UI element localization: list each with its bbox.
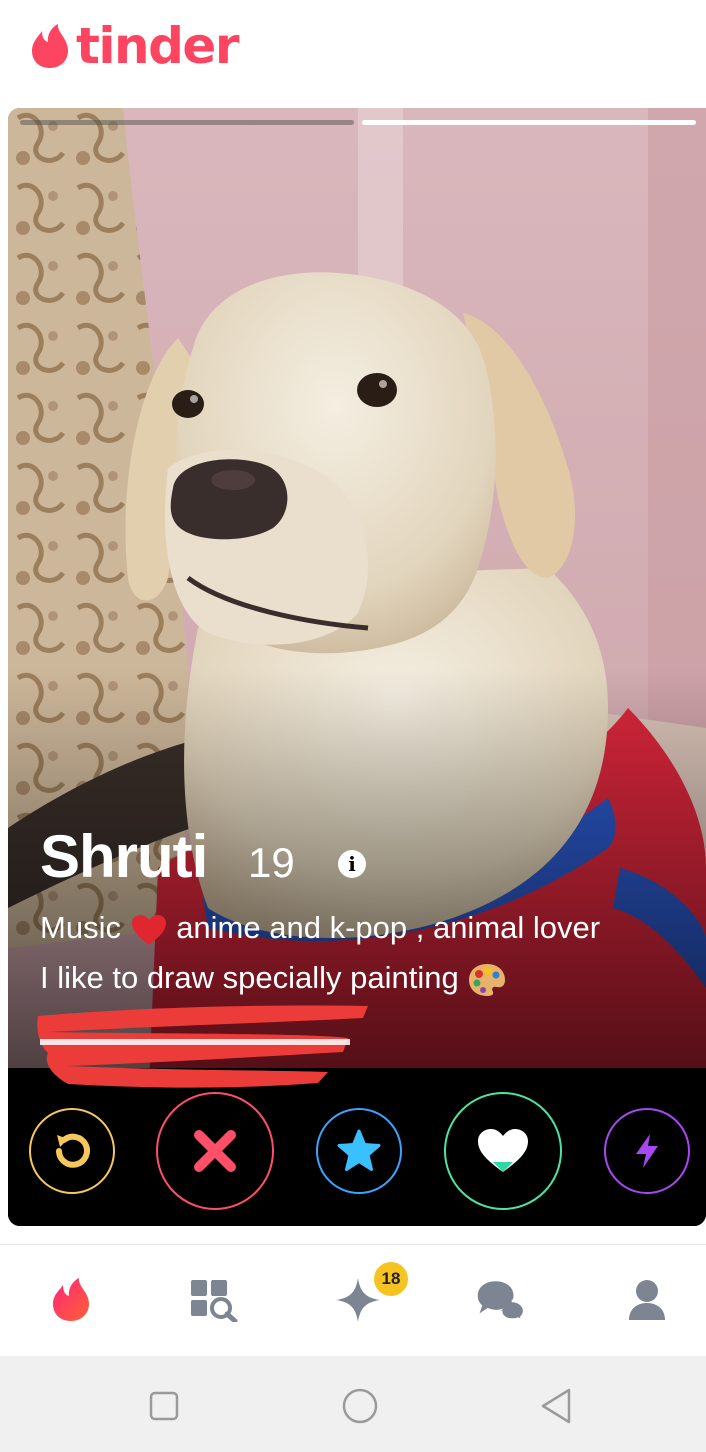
action-bar [8, 1092, 706, 1210]
photo-progress [20, 120, 696, 125]
circle-icon [342, 1388, 378, 1424]
flame-icon [53, 1278, 89, 1321]
person-icon [629, 1280, 665, 1320]
heart-emoji-icon [131, 914, 166, 945]
heart-icon [478, 1129, 528, 1172]
bio-text: I like to draw specially painting [40, 960, 468, 995]
explore-grid-icon [191, 1280, 238, 1322]
lightning-icon [636, 1134, 658, 1168]
bio-text: Music [40, 910, 130, 945]
flame-logo-icon [32, 24, 68, 68]
bio-line-2: I like to draw specially painting [40, 960, 507, 998]
photo-progress-segment-active[interactable] [362, 120, 696, 125]
photo-progress-segment[interactable] [20, 120, 354, 125]
super-like-button[interactable] [316, 1108, 402, 1194]
nope-button[interactable] [156, 1092, 274, 1210]
profile-age: 19 [248, 839, 295, 886]
profile-name: Shruti [40, 823, 208, 890]
likes-count-badge: 18 [374, 1262, 408, 1296]
back-triangle-icon [541, 1388, 571, 1424]
info-icon[interactable]: i [338, 850, 366, 878]
tab-messages[interactable] [476, 1275, 526, 1325]
profile-card[interactable]: Shruti 19 i Music anime and k-pop , anim… [8, 108, 706, 1226]
artist-palette-emoji-icon [469, 963, 506, 996]
square-icon [149, 1391, 179, 1421]
back-button[interactable] [536, 1386, 576, 1426]
home-button[interactable] [340, 1386, 380, 1426]
bottom-tab-bar [0, 1244, 706, 1357]
rewind-icon [56, 1133, 90, 1168]
star-icon [337, 1129, 381, 1171]
bio-line-1: Music anime and k-pop , animal lover [40, 910, 600, 947]
rewind-button[interactable] [29, 1108, 115, 1194]
recent-apps-button[interactable] [144, 1386, 184, 1426]
tinder-logo[interactable]: tinder [30, 17, 240, 75]
system-navigation-bar [0, 1356, 706, 1452]
bio-text: anime and k-pop , animal lover [167, 910, 601, 945]
close-icon [194, 1130, 236, 1172]
tab-home[interactable] [46, 1275, 96, 1325]
chat-icon [477, 1281, 526, 1323]
tab-profile[interactable] [622, 1275, 672, 1325]
profile-photo [8, 108, 706, 1226]
tab-explore[interactable] [189, 1275, 239, 1325]
app-header: tinder [0, 0, 706, 98]
like-button[interactable] [444, 1092, 562, 1210]
boost-button[interactable] [604, 1108, 690, 1194]
brand-name: tinder [76, 17, 240, 75]
